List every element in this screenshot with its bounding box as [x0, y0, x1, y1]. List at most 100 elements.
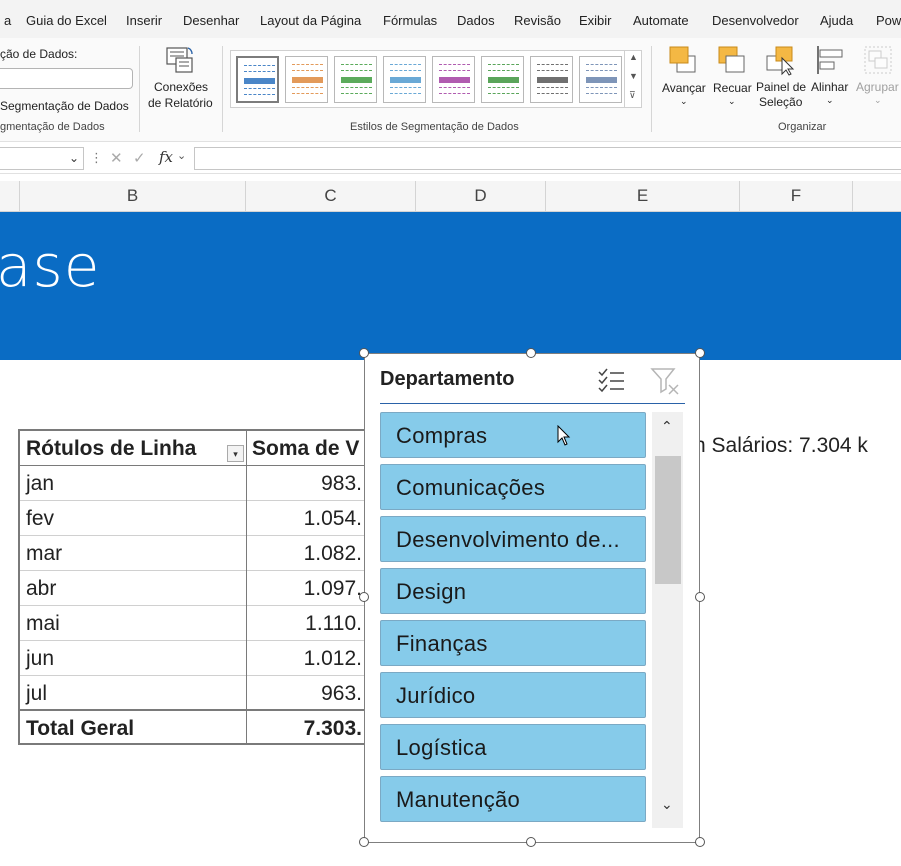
tab-power[interactable]: Pow — [876, 13, 901, 28]
tab-automate[interactable]: Automate — [633, 13, 689, 28]
pivot-row-label[interactable]: jun — [26, 641, 54, 676]
group-objects-label[interactable]: Agrupar — [856, 80, 899, 94]
slicer-item[interactable]: Jurídico — [380, 672, 646, 718]
bring-forward-icon[interactable] — [667, 44, 699, 76]
slicer-item[interactable]: Design — [380, 568, 646, 614]
pivot-row-label[interactable]: fev — [26, 501, 54, 536]
pivot-row-value[interactable]: 1.082. — [247, 536, 362, 571]
selection-pane-label-1[interactable]: Painel de — [756, 80, 806, 94]
pivot-row-labels-header[interactable]: Rótulos de Linha — [26, 431, 196, 466]
slicer-item[interactable]: Compras — [380, 412, 646, 458]
gallery-more-icon[interactable]: ⊽ — [629, 90, 636, 101]
tab-guia-do-excel[interactable]: Guia do Excel — [26, 13, 107, 28]
slicer-item[interactable]: Desenvolvimento de... — [380, 516, 646, 562]
report-connections-icon[interactable] — [164, 44, 196, 76]
pivot-values-header[interactable]: Soma de V — [252, 431, 367, 466]
slicer-item[interactable]: Comunicações — [380, 464, 646, 510]
filter-dropdown-icon[interactable]: ▾ — [227, 445, 244, 462]
pivot-row-label[interactable]: jan — [26, 466, 54, 501]
pivot-row-value[interactable]: 963. — [247, 676, 362, 711]
slicer-style-swatch[interactable] — [383, 56, 426, 103]
selection-pane-label-2[interactable]: Seleção — [759, 95, 802, 109]
scroll-down-icon[interactable]: ⌄ — [661, 796, 673, 813]
resize-handle[interactable] — [695, 592, 705, 602]
tab-exibir[interactable]: Exibir — [579, 13, 612, 28]
slicer-caption-input[interactable] — [0, 68, 133, 89]
group-objects-icon[interactable] — [862, 44, 894, 76]
chevron-down-icon[interactable]: ⌄ — [69, 151, 79, 165]
pivot-table[interactable]: Rótulos de Linha ▾ Soma de V jan 983. fe… — [18, 429, 365, 745]
gallery-up-icon[interactable]: ▲ — [629, 52, 638, 62]
slicer-style-swatch[interactable] — [285, 56, 328, 103]
resize-handle[interactable] — [359, 348, 369, 358]
clear-filter-icon[interactable] — [650, 366, 680, 396]
slicer-item[interactable]: Logística — [380, 724, 646, 770]
gallery-down-icon[interactable]: ▼ — [629, 71, 638, 81]
report-connections-label-2[interactable]: de Relatório — [148, 96, 213, 110]
scroll-thumb[interactable] — [655, 456, 681, 584]
slicer-style-swatch[interactable] — [432, 56, 475, 103]
slicer-item[interactable]: Manutenção — [380, 776, 646, 822]
chevron-down-icon[interactable]: ⌄ — [177, 149, 186, 162]
tab-layout-da-pagina[interactable]: Layout da Página — [260, 13, 361, 28]
chevron-down-icon[interactable]: ⌄ — [874, 95, 882, 106]
chevron-down-icon[interactable]: ⌄ — [826, 95, 834, 106]
name-box[interactable]: ⌄ — [0, 147, 84, 170]
tab-formulas[interactable]: Fórmulas — [383, 13, 437, 28]
pivot-row-value[interactable]: 1.012. — [247, 641, 362, 676]
resize-handle[interactable] — [526, 837, 536, 847]
column-header-d[interactable]: D — [416, 181, 546, 212]
pivot-row-label[interactable]: abr — [26, 571, 56, 606]
bring-forward-label[interactable]: Avançar — [662, 81, 706, 95]
chevron-down-icon[interactable]: ⌄ — [728, 96, 736, 107]
slicer-style-swatch[interactable] — [530, 56, 573, 103]
pivot-row-label[interactable]: mar — [26, 536, 62, 571]
tab-dados[interactable]: Dados — [457, 13, 495, 28]
pivot-total-label[interactable]: Total Geral — [26, 711, 134, 746]
send-backward-label[interactable]: Recuar — [713, 81, 752, 95]
cancel-icon[interactable]: ✕ — [110, 149, 123, 167]
slicer-style-swatch[interactable] — [481, 56, 524, 103]
resize-handle[interactable] — [359, 837, 369, 847]
chevron-down-icon[interactable]: ⌄ — [680, 96, 688, 107]
align-icon[interactable] — [814, 44, 846, 76]
multi-select-icon[interactable] — [597, 366, 625, 394]
column-header-f[interactable]: F — [740, 181, 853, 212]
report-connections-label-1[interactable]: Conexões — [154, 80, 208, 94]
pivot-row-label[interactable]: mai — [26, 606, 60, 641]
scroll-up-icon[interactable]: ⌃ — [661, 418, 673, 435]
pivot-row-label[interactable]: jul — [26, 676, 47, 711]
align-label[interactable]: Alinhar — [811, 80, 848, 94]
tab-desenvolvedor[interactable]: Desenvolvedor — [712, 13, 799, 28]
slicer-style-swatch[interactable] — [236, 56, 279, 103]
column-header-b[interactable]: B — [20, 181, 246, 212]
resize-handle[interactable] — [695, 837, 705, 847]
resize-handle[interactable] — [359, 592, 369, 602]
slicer-item[interactable]: Finanças — [380, 620, 646, 666]
send-backward-icon[interactable] — [716, 44, 748, 76]
resize-handle[interactable] — [695, 348, 705, 358]
column-header-c[interactable]: C — [246, 181, 416, 212]
column-header-a[interactable] — [0, 181, 20, 212]
tab-ajuda[interactable]: Ajuda — [820, 13, 853, 28]
insert-function-icon[interactable]: fx — [159, 148, 173, 166]
slicer-scrollbar[interactable]: ⌃ ⌄ — [652, 412, 683, 828]
enter-icon[interactable]: ✓ — [133, 149, 146, 167]
more-options-icon[interactable]: ⋮ — [90, 150, 103, 166]
selection-pane-icon[interactable] — [764, 44, 796, 76]
resize-handle[interactable] — [526, 348, 536, 358]
tab-revisao[interactable]: Revisão — [514, 13, 561, 28]
slicer-style-swatch[interactable] — [579, 56, 622, 103]
formula-input[interactable] — [194, 147, 901, 170]
pivot-total-value[interactable]: 7.303. — [247, 711, 362, 746]
pivot-row-value[interactable]: 1.054. — [247, 501, 362, 536]
slicer-style-swatch[interactable] — [334, 56, 377, 103]
tab-partial[interactable]: a — [4, 13, 11, 28]
pivot-row-value[interactable]: 983. — [247, 466, 362, 501]
department-slicer[interactable]: Departamento Compras Comunicações Desenv… — [364, 353, 700, 843]
pivot-row-value[interactable]: 1.110. — [247, 606, 362, 641]
column-header-e[interactable]: E — [546, 181, 740, 212]
tab-desenhar[interactable]: Desenhar — [183, 13, 239, 28]
slicer-settings-button[interactable]: Segmentação de Dados — [0, 99, 129, 113]
gallery-scroll[interactable]: ▲ ▼ ⊽ — [624, 51, 641, 108]
